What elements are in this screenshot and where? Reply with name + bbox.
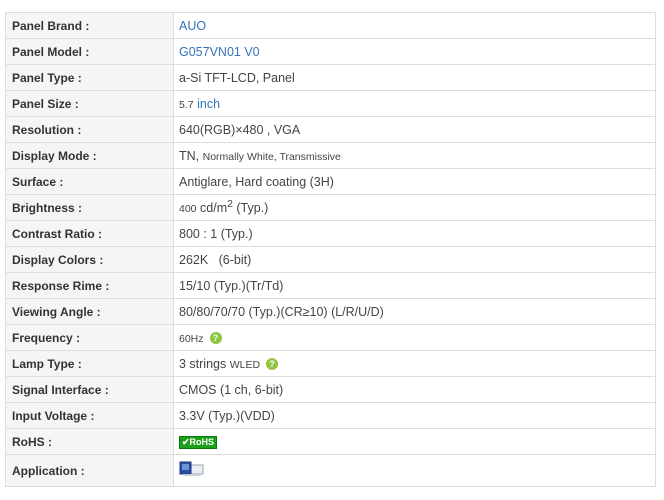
spec-row-signal-interface: Signal Interface : CMOS (1 ch, 6-bit) xyxy=(5,376,656,403)
spec-value xyxy=(173,454,656,487)
spec-value: 800 : 1 (Typ.) xyxy=(173,220,656,247)
spec-row-input-voltage: Input Voltage : 3.3V (Typ.)(VDD) xyxy=(5,402,656,429)
question-icon[interactable]: ? xyxy=(266,358,279,371)
spec-value: 5.7 inch xyxy=(173,90,656,117)
brightness-unit: cd/m xyxy=(200,201,228,216)
spec-row-panel-brand: Panel Brand : AUO xyxy=(5,12,656,39)
spec-value: Antiglare, Hard coating (3H) xyxy=(173,168,656,195)
spec-value: G057VN01 V0 xyxy=(173,38,656,65)
spec-label: Display Mode : xyxy=(5,142,174,169)
spec-row-display-mode: Display Mode : TN, Normally White, Trans… xyxy=(5,142,656,169)
spec-label: Contrast Ratio : xyxy=(5,220,174,247)
panel-size-number: 5.7 xyxy=(179,98,194,111)
spec-value: 640(RGB)×480 , VGA xyxy=(173,116,656,143)
spec-value: ✔RoHS xyxy=(173,428,656,455)
panel-brand-link[interactable]: AUO xyxy=(179,19,206,33)
panel-spec-table: Panel Brand : AUO Panel Model : G057VN01… xyxy=(5,12,656,487)
spec-row-panel-size: Panel Size : 5.7 inch xyxy=(5,90,656,117)
spec-label: Input Voltage : xyxy=(5,402,174,429)
frequency-value: 60Hz xyxy=(179,332,204,345)
panel-model-link[interactable]: G057VN01 V0 xyxy=(179,45,260,59)
spec-row-panel-type: Panel Type : a-Si TFT-LCD, Panel xyxy=(5,64,656,91)
spec-label: Lamp Type : xyxy=(5,350,174,377)
spec-label: Display Colors : xyxy=(5,246,174,273)
lamp-type-count: 3 strings xyxy=(179,356,227,371)
spec-value: 80/80/70/70 (Typ.)(CR≥10) (L/R/U/D) xyxy=(173,298,656,325)
lamp-type-kind: WLED xyxy=(229,358,261,371)
spec-value: 3 strings WLED? xyxy=(173,350,656,377)
brightness-unit-exponent: 2 xyxy=(227,199,233,211)
spec-label: Resolution : xyxy=(5,116,174,143)
application-device-icon[interactable] xyxy=(179,460,205,481)
spec-value: 60Hz? xyxy=(173,324,656,351)
spec-label: Signal Interface : xyxy=(5,376,174,403)
spec-label: Panel Size : xyxy=(5,90,174,117)
spec-row-brightness: Brightness : 400 cd/m2 (Typ.) xyxy=(5,194,656,221)
spec-value: CMOS (1 ch, 6-bit) xyxy=(173,376,656,403)
spec-value: 400 cd/m2 (Typ.) xyxy=(173,194,656,221)
spec-row-application: Application : xyxy=(5,454,656,487)
spec-row-rohs: RoHS : ✔RoHS xyxy=(5,428,656,455)
spec-value: TN, Normally White, Transmissive xyxy=(173,142,656,169)
spec-row-viewing-angle: Viewing Angle : 80/80/70/70 (Typ.)(CR≥10… xyxy=(5,298,656,325)
spec-label: Panel Brand : xyxy=(5,12,174,39)
spec-row-response-time: Response Rime : 15/10 (Typ.)(Tr/Td) xyxy=(5,272,656,299)
spec-row-contrast-ratio: Contrast Ratio : 800 : 1 (Typ.) xyxy=(5,220,656,247)
spec-label: Frequency : xyxy=(5,324,174,351)
spec-row-frequency: Frequency : 60Hz? xyxy=(5,324,656,351)
spec-value: 3.3V (Typ.)(VDD) xyxy=(173,402,656,429)
spec-row-lamp-type: Lamp Type : 3 strings WLED? xyxy=(5,350,656,377)
spec-label: Brightness : xyxy=(5,194,174,221)
spec-row-surface: Surface : Antiglare, Hard coating (3H) xyxy=(5,168,656,195)
spec-row-resolution: Resolution : 640(RGB)×480 , VGA xyxy=(5,116,656,143)
brightness-note: (Typ.) xyxy=(236,201,269,216)
spec-value: 15/10 (Typ.)(Tr/Td) xyxy=(173,272,656,299)
spec-row-display-colors: Display Colors : 262K (6-bit) xyxy=(5,246,656,273)
spec-label: Panel Type : xyxy=(5,64,174,91)
panel-size-unit-link[interactable]: inch xyxy=(197,97,220,111)
display-mode-detail: Normally White, Transmissive xyxy=(202,150,341,163)
spec-label: Response Rime : xyxy=(5,272,174,299)
rohs-badge: ✔RoHS xyxy=(179,435,218,449)
spec-value: AUO xyxy=(173,12,656,39)
spec-label: RoHS : xyxy=(5,428,174,455)
question-icon[interactable]: ? xyxy=(209,332,222,345)
spec-label: Viewing Angle : xyxy=(5,298,174,325)
spec-row-panel-model: Panel Model : G057VN01 V0 xyxy=(5,38,656,65)
spec-value: 262K (6-bit) xyxy=(173,246,656,273)
spec-value: a-Si TFT-LCD, Panel xyxy=(173,64,656,91)
brightness-number: 400 xyxy=(179,203,197,216)
spec-label: Panel Model : xyxy=(5,38,174,65)
spec-label: Application : xyxy=(5,454,174,487)
display-mode-type: TN, xyxy=(179,148,200,163)
spec-label: Surface : xyxy=(5,168,174,195)
